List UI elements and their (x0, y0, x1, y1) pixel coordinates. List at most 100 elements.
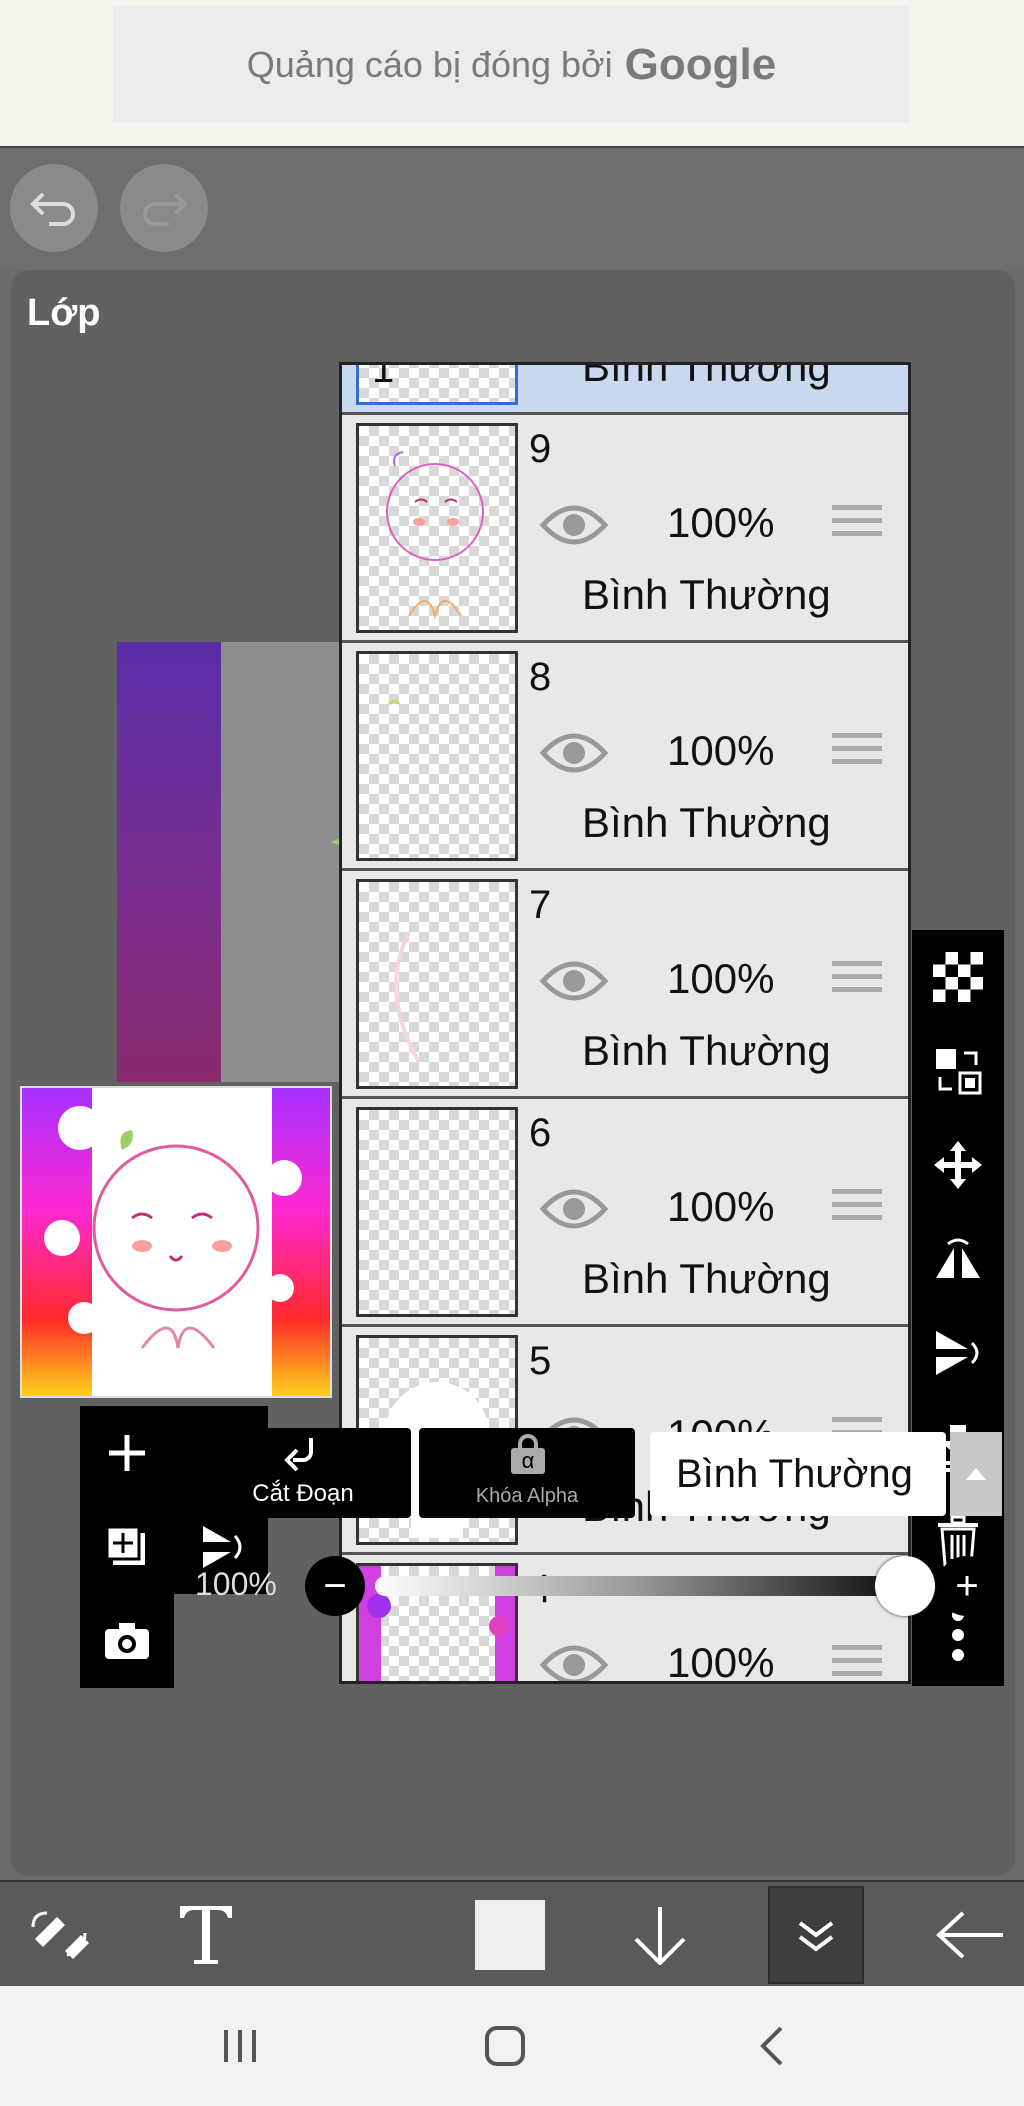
alpha-lock-label: Khóa Alpha (475, 1485, 579, 1507)
layer-number: 8 (529, 655, 552, 699)
layer-opacity: 100% (667, 499, 775, 546)
brush-eraser-icon (31, 1911, 89, 1959)
back-arrow-button[interactable] (910, 1882, 1024, 1988)
layer-blend-mode: Bình Thường (582, 362, 831, 390)
flip-layer-horizontal-button[interactable] (912, 1212, 1004, 1306)
opacity-slider-row: 100% − + (195, 1552, 1015, 1622)
duplicate-icon (105, 1525, 145, 1565)
opacity-decrease-button[interactable]: − (305, 1556, 365, 1616)
layer-thumbnail (356, 1107, 518, 1317)
flip-horizontal-icon (936, 1238, 980, 1278)
artwork-thumbnail[interactable] (20, 1086, 332, 1398)
eye-icon (539, 1645, 609, 1681)
arrow-down-icon (634, 1907, 686, 1965)
plus-icon (109, 1435, 145, 1471)
transparency-button[interactable] (912, 930, 1004, 1024)
move-icon (934, 1141, 982, 1189)
layer-row-8[interactable]: 8 100% Bình Thường (342, 643, 908, 871)
camera-button[interactable] (80, 1594, 174, 1688)
drag-handle-icon[interactable] (832, 1189, 882, 1229)
blend-mode-select[interactable]: Bình Thường (650, 1432, 946, 1516)
redo-button[interactable] (120, 164, 208, 252)
layer-number: 6 (529, 1111, 552, 1155)
layer-down-button[interactable] (600, 1882, 720, 1988)
system-navigation-bar (0, 1986, 1024, 2106)
top-bar (0, 150, 1024, 270)
opacity-slider-knob[interactable] (875, 1556, 935, 1616)
redo-icon (143, 192, 188, 226)
home-button[interactable] (475, 2016, 535, 2076)
undo-button[interactable] (10, 164, 98, 252)
checkerboard-icon (933, 952, 983, 1002)
ad-text: Quảng cáo bị đóng bởi (246, 43, 613, 85)
clipping-button[interactable]: Cắt Đoạn (195, 1428, 411, 1518)
tool-switch-button[interactable] (0, 1882, 120, 1988)
opacity-increase-button[interactable]: + (937, 1556, 997, 1616)
opacity-slider-track[interactable] (375, 1576, 895, 1596)
flip-vertical-icon (936, 1331, 979, 1375)
recent-apps-button[interactable] (210, 2016, 270, 2076)
caret-up-icon (966, 1468, 986, 1480)
layer-number: 9 (529, 427, 552, 471)
drag-handle-icon[interactable] (832, 733, 882, 773)
duplicate-layer-button[interactable] (80, 1500, 174, 1594)
drag-handle-icon[interactable] (832, 1645, 882, 1681)
visibility-toggle[interactable] (539, 957, 609, 1005)
layer-thumbnail (356, 879, 518, 1089)
layers-panel-toggle-button[interactable] (768, 1886, 864, 1984)
text-icon (180, 1906, 232, 1964)
color-swatch (475, 1900, 545, 1970)
layer-row-1[interactable]: 1 Bình Thường (342, 362, 908, 415)
system-back-button[interactable] (742, 2016, 802, 2076)
drag-handle-icon[interactable] (832, 505, 882, 545)
clip-arrow-icon (284, 1438, 313, 1472)
eye-icon (539, 961, 609, 1001)
visibility-toggle[interactable] (539, 1185, 609, 1233)
layer-blend-mode: Bình Thường (582, 1255, 831, 1302)
layer-number: 7 (529, 883, 552, 927)
ad-banner: Quảng cáo bị đóng bởi Google (0, 0, 1024, 148)
lock-icon: α (511, 1434, 545, 1474)
visibility-toggle[interactable] (539, 729, 609, 777)
double-chevron-down-icon (798, 1921, 834, 1952)
home-icon (485, 2026, 525, 2066)
color-swatch-button[interactable] (450, 1882, 570, 1988)
visibility-toggle[interactable] (539, 1641, 609, 1681)
layer-thumbnail (356, 423, 518, 633)
drag-handle-icon[interactable] (832, 961, 882, 1001)
eye-icon (539, 733, 609, 773)
artwork-image (22, 1088, 330, 1396)
add-layer-button[interactable] (80, 1406, 174, 1500)
layer-row-7[interactable]: 7 100% Bình Thường (342, 871, 908, 1099)
blend-mode-dropdown-button[interactable] (950, 1432, 1002, 1516)
swap-layers-icon (936, 1049, 982, 1095)
move-button[interactable] (912, 1118, 1004, 1212)
reference-layer-button[interactable] (912, 1024, 1004, 1118)
alpha-lock-button[interactable]: α Khóa Alpha (419, 1428, 635, 1518)
layer-blend-mode: Bình Thường (582, 571, 831, 618)
layer-panel: Lớp 1 Bình Thường 9 100% Bình Thường 8 1… (11, 270, 1015, 1876)
clipping-label: Cắt Đoạn (252, 1480, 354, 1507)
ad-closed-notice: Quảng cáo bị đóng bởi Google (113, 6, 910, 123)
google-logo-text: Google (624, 39, 777, 89)
layer-opacity: 100% (667, 1183, 775, 1230)
eye-icon (539, 1189, 609, 1229)
layer-opacity: 100% (667, 1639, 775, 1684)
layer-opacity: 100% (667, 955, 775, 1002)
alpha-symbol: α (511, 1448, 545, 1474)
layer-thumbnail (356, 651, 518, 861)
arrow-left-icon (936, 1911, 1003, 1959)
layer-blend-mode: Bình Thường (582, 799, 831, 846)
text-tool-button[interactable] (146, 1882, 266, 1988)
flip-layer-vertical-button[interactable] (912, 1306, 1004, 1400)
opacity-percent: 100% (195, 1566, 277, 1602)
layer-row-9[interactable]: 9 100% Bình Thường (342, 415, 908, 643)
panel-title: Lớp (27, 292, 101, 334)
layer-opacity: 100% (667, 727, 775, 774)
layer-row-6[interactable]: 6 100% Bình Thường (342, 1099, 908, 1327)
layer-number: 1 (372, 362, 395, 391)
layer-number: 5 (529, 1339, 552, 1383)
visibility-toggle[interactable] (539, 501, 609, 549)
eye-icon (539, 505, 609, 545)
layer-blend-mode: Bình Thường (582, 1027, 831, 1074)
